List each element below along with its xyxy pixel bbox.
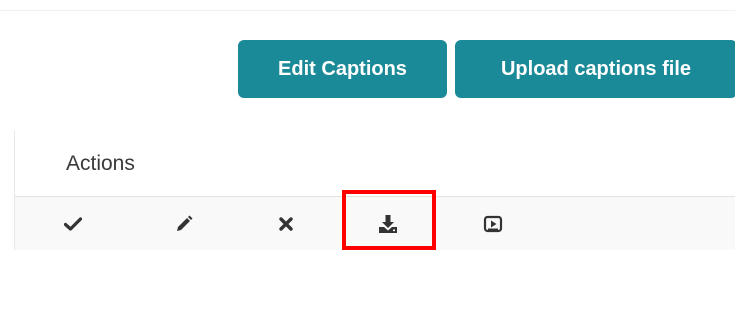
delete-icon[interactable] bbox=[272, 197, 300, 250]
download-highlight-box bbox=[342, 190, 436, 250]
table-header: Actions bbox=[15, 130, 735, 197]
edit-icon[interactable] bbox=[170, 197, 198, 250]
actions-column-header: Actions bbox=[66, 152, 135, 175]
edit-captions-button[interactable]: Edit Captions bbox=[238, 40, 447, 98]
captions-page: Edit Captions Upload captions file Actio… bbox=[0, 0, 735, 324]
upload-captions-button[interactable]: Upload captions file bbox=[455, 40, 735, 98]
divider bbox=[0, 10, 735, 11]
approve-icon[interactable] bbox=[59, 197, 87, 250]
preview-icon[interactable] bbox=[477, 197, 509, 250]
captions-toolbar: Edit Captions Upload captions file bbox=[238, 40, 735, 98]
